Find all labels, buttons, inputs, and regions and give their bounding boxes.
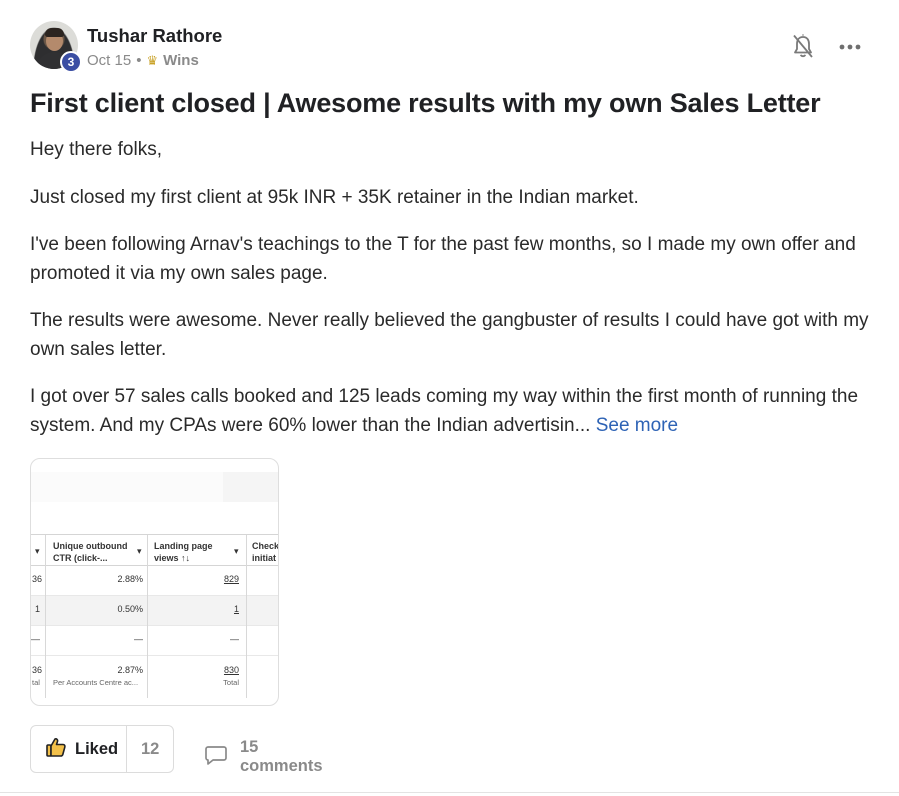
- table-row: 36 2.88% 829: [31, 566, 278, 596]
- table-cell: 36: [32, 665, 43, 675]
- attachment-toolbar: [31, 472, 278, 502]
- post-paragraph: The results were awesome. Never really b…: [30, 310, 869, 360]
- post-paragraph-last: I got over 57 sales calls booked and 125…: [30, 383, 875, 440]
- header-checkouts-initiated: Check initiat: [252, 541, 279, 563]
- header-landing-page-views: Landing page views ↑↓: [154, 541, 213, 563]
- table-cell: 2.87%: [117, 665, 143, 675]
- table-cell-link: 829: [223, 574, 239, 584]
- post-body: Hey there folks, Just closed my first cl…: [30, 136, 875, 459]
- table-cell: 1: [35, 604, 41, 614]
- like-group: Liked 12: [30, 725, 174, 773]
- post-meta: Oct 15 • ♛ Wins: [87, 52, 199, 69]
- table-row: — — —: [31, 626, 278, 656]
- table-cell-link: 830: [223, 665, 239, 675]
- table-cell-link: 1: [233, 604, 239, 614]
- table-cell: —: [230, 634, 239, 644]
- like-label: Liked: [75, 739, 119, 758]
- sort-caret-icon: ▾: [137, 546, 142, 556]
- author-name[interactable]: Tushar Rathore: [87, 25, 222, 47]
- comment-icon: [204, 744, 228, 771]
- like-button[interactable]: Liked: [31, 726, 128, 772]
- table-header: ▾ Unique outbound CTR (click-... ▾ Landi…: [31, 534, 279, 567]
- table-cell: 0.50%: [117, 604, 143, 614]
- post-divider: [0, 792, 899, 793]
- meta-separator: •: [136, 52, 142, 69]
- post-date[interactable]: Oct 15: [87, 52, 131, 69]
- table-cell: 2.88%: [117, 574, 143, 584]
- post-category[interactable]: Wins: [163, 52, 199, 69]
- see-more-link[interactable]: See more: [596, 415, 678, 436]
- post-paragraph: Just closed my first client at 95k INR +…: [30, 186, 639, 208]
- avatar-hair: [45, 28, 64, 37]
- sort-caret-icon: ▾: [234, 546, 239, 556]
- like-count[interactable]: 12: [127, 726, 173, 772]
- post-title[interactable]: First client closed | Awesome results wi…: [30, 88, 870, 119]
- table-cell-sub: Per Accounts Centre ac...: [53, 678, 139, 687]
- table-cell: —: [134, 634, 143, 644]
- post-header: 3 Tushar Rathore Oct 15 • ♛ Wins: [30, 20, 870, 76]
- table-cell: —: [31, 634, 40, 644]
- table-row: 1 0.50% 1: [31, 596, 278, 626]
- crown-icon: ♛: [146, 52, 159, 68]
- post-paragraph-text: I got over 57 sales calls booked and 125…: [30, 386, 859, 436]
- bell-off-icon[interactable]: [792, 34, 814, 60]
- table-total-row: 36 tal 2.87% Per Accounts Centre ac... 8…: [31, 656, 278, 698]
- table-cell-sub: tal: [32, 678, 40, 687]
- header-unique-outbound-ctr: Unique outbound CTR (click-...: [53, 541, 128, 563]
- comments-button[interactable]: 15 comments: [204, 738, 323, 776]
- thumbs-up-icon: [45, 736, 67, 763]
- post-paragraph: I've been following Arnav's teachings to…: [30, 234, 856, 284]
- table-cell-sub: Total: [223, 678, 239, 687]
- comments-label: 15 comments: [240, 738, 323, 775]
- table-cell: 36: [32, 574, 43, 584]
- sort-caret-icon: ▾: [35, 546, 40, 556]
- post-paragraph: Hey there folks,: [30, 139, 162, 160]
- more-options-icon[interactable]: [838, 36, 862, 58]
- level-badge: 3: [60, 51, 82, 73]
- attachment-image[interactable]: ▾ Unique outbound CTR (click-... ▾ Landi…: [30, 458, 279, 706]
